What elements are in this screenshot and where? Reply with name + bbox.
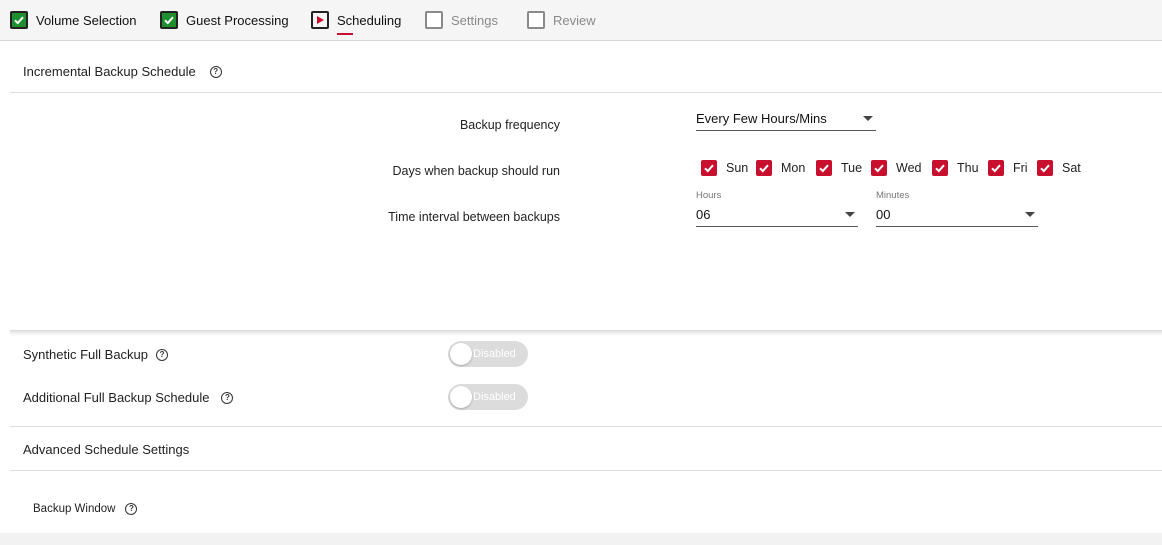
- incremental-schedule-header: Incremental Backup Schedule ?: [23, 64, 222, 79]
- divider: [10, 92, 1162, 93]
- caret-down-icon: [1025, 212, 1035, 217]
- checkmark-icon: [871, 160, 887, 176]
- help-icon[interactable]: ?: [156, 348, 169, 361]
- toggle-knob: [450, 386, 472, 408]
- day-label: Mon: [781, 161, 806, 175]
- time-interval-label: Time interval between backups: [388, 210, 560, 224]
- wizard-steps: Volume Selection Guest Processing Schedu…: [0, 0, 1162, 41]
- step-settings[interactable]: Settings: [425, 10, 498, 30]
- divider: [10, 426, 1162, 427]
- step-label: Settings: [451, 12, 498, 28]
- toggle-label: Disabled: [473, 391, 516, 403]
- checkbox-empty-icon: [425, 11, 443, 29]
- day-label: Tue: [841, 161, 863, 175]
- day-checkbox-thu[interactable]: Thu: [932, 160, 979, 176]
- additional-full-backup-header: Additional Full Backup Schedule ?: [23, 390, 234, 405]
- day-label: Sun: [726, 161, 749, 175]
- day-label: Thu: [957, 161, 979, 175]
- toggle-knob: [450, 343, 472, 365]
- checkmark-icon: [10, 11, 28, 29]
- hours-select[interactable]: 06: [696, 204, 858, 227]
- synthetic-full-backup-toggle[interactable]: Disabled: [448, 341, 528, 367]
- minutes-select[interactable]: 00: [876, 204, 1038, 227]
- minutes-caption: Minutes: [876, 190, 910, 201]
- checkmark-icon: [756, 160, 772, 176]
- checkbox-empty-icon: [527, 11, 545, 29]
- step-label: Volume Selection: [36, 12, 137, 28]
- backup-frequency-select[interactable]: Every Few Hours/Mins: [696, 108, 876, 131]
- section-title: Backup Window: [33, 503, 116, 515]
- play-icon: [311, 11, 329, 29]
- step-label: Scheduling: [337, 12, 402, 35]
- step-label: Review: [553, 12, 596, 28]
- checkmark-icon: [816, 160, 832, 176]
- section-title: Additional Full Backup Schedule: [23, 390, 210, 405]
- day-checkbox-sun[interactable]: Sun: [701, 160, 748, 176]
- day-checkbox-sat[interactable]: Sat: [1037, 160, 1081, 176]
- section-title: Incremental Backup Schedule: [23, 64, 196, 79]
- section-title: Advanced Schedule Settings: [23, 442, 190, 457]
- checkmark-icon: [160, 11, 178, 29]
- step-review[interactable]: Review: [527, 10, 596, 30]
- section-divider-shadow: [10, 330, 1162, 336]
- day-checkbox-wed[interactable]: Wed: [871, 160, 921, 176]
- toggle-label: Disabled: [473, 348, 516, 360]
- additional-full-backup-toggle[interactable]: Disabled: [448, 384, 528, 410]
- step-guest-processing[interactable]: Guest Processing: [160, 10, 289, 30]
- step-volume-selection[interactable]: Volume Selection: [10, 10, 136, 30]
- day-label: Sat: [1062, 161, 1081, 175]
- caret-down-icon: [845, 212, 855, 217]
- step-label: Guest Processing: [186, 12, 289, 28]
- selected-value: Every Few Hours/Mins: [696, 111, 827, 126]
- checkmark-icon: [701, 160, 717, 176]
- section-title: Synthetic Full Backup: [23, 347, 149, 362]
- checkmark-icon: [932, 160, 948, 176]
- caret-down-icon: [863, 116, 873, 121]
- selected-value: 06: [696, 207, 711, 222]
- scheduling-panel: Incremental Backup Schedule ? Backup fre…: [0, 41, 1162, 533]
- help-icon[interactable]: ?: [125, 503, 138, 515]
- divider: [10, 470, 1162, 471]
- checkmark-icon: [1037, 160, 1053, 176]
- backup-window-header: Backup Window ?: [33, 503, 138, 515]
- help-icon[interactable]: ?: [209, 65, 222, 78]
- backup-frequency-label: Backup frequency: [459, 118, 560, 132]
- day-label: Wed: [896, 161, 922, 175]
- step-scheduling[interactable]: Scheduling: [311, 10, 402, 35]
- help-icon[interactable]: ?: [221, 391, 234, 404]
- selected-value: 00: [876, 207, 891, 222]
- synthetic-full-backup-header: Synthetic Full Backup ?: [23, 347, 169, 362]
- day-checkbox-fri[interactable]: Fri: [988, 160, 1028, 176]
- day-checkbox-tue[interactable]: Tue: [816, 160, 862, 176]
- checkmark-icon: [988, 160, 1004, 176]
- day-checkbox-mon[interactable]: Mon: [756, 160, 805, 176]
- advanced-schedule-settings-header[interactable]: Advanced Schedule Settings: [23, 442, 189, 457]
- backup-days-label: Days when backup should run: [392, 164, 560, 178]
- day-label: Fri: [1013, 161, 1028, 175]
- hours-caption: Hours: [696, 190, 722, 201]
